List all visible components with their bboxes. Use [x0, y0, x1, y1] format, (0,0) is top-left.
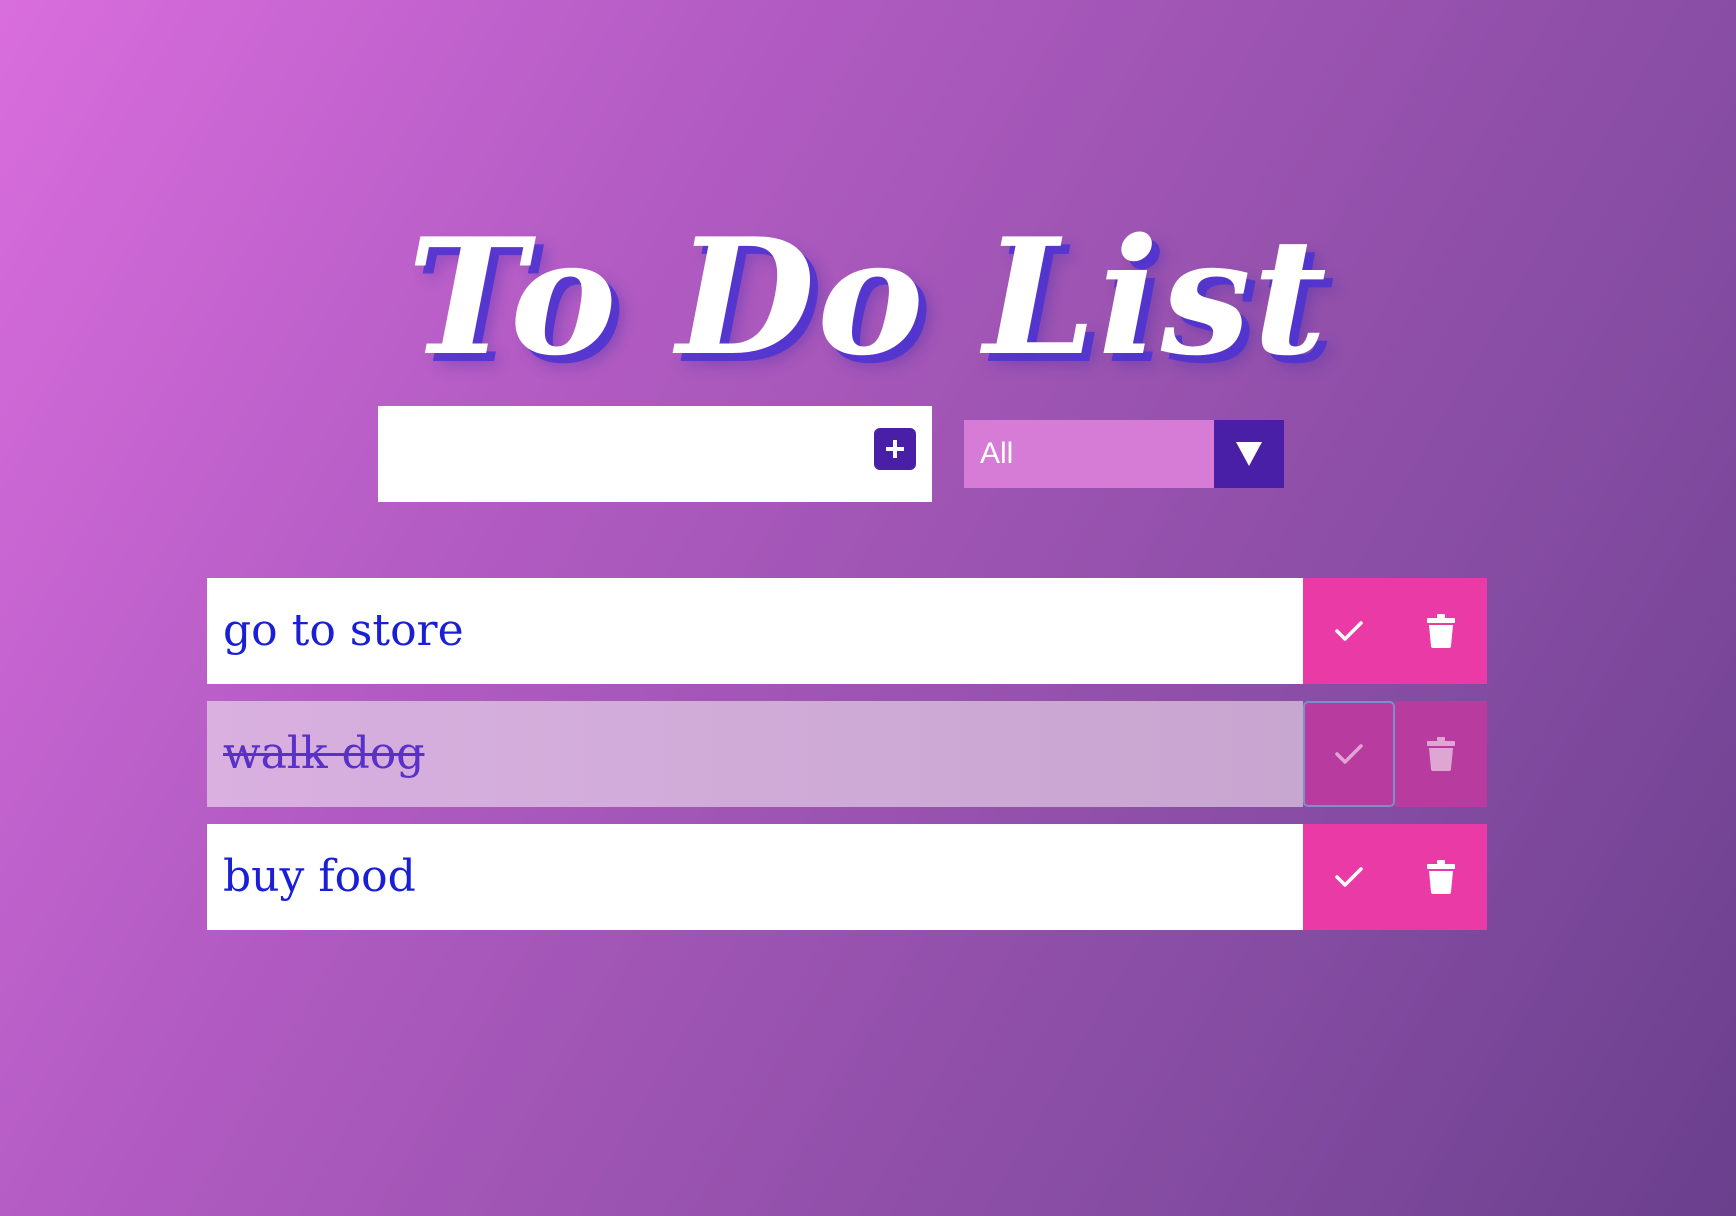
todo-item-body: go to store	[207, 578, 1303, 684]
filter-select-value: All	[980, 437, 1014, 470]
delete-button[interactable]	[1395, 824, 1487, 930]
page-title: To Do List	[407, 203, 1329, 392]
check-icon	[1335, 744, 1363, 764]
todo-item-body: walk dog	[207, 701, 1303, 807]
delete-button[interactable]	[1395, 578, 1487, 684]
trash-icon	[1427, 614, 1455, 648]
check-icon	[1335, 867, 1363, 887]
todo-item: buy food	[207, 824, 1487, 930]
plus-icon	[886, 440, 904, 458]
todo-item-text: walk dog	[223, 728, 425, 779]
triangle-down-icon	[1236, 442, 1262, 466]
todo-item-text: buy food	[223, 851, 416, 902]
todo-item: go to store	[207, 578, 1487, 684]
todo-input[interactable]	[378, 406, 932, 502]
filter-dropdown-button[interactable]	[1214, 420, 1284, 488]
complete-button[interactable]	[1303, 824, 1395, 930]
filter-select[interactable]: All	[964, 420, 1284, 488]
add-todo-button[interactable]	[874, 428, 916, 470]
trash-icon	[1427, 737, 1455, 771]
todo-item-text: go to store	[223, 605, 464, 656]
trash-icon	[1427, 860, 1455, 894]
complete-button[interactable]	[1303, 701, 1395, 807]
delete-button[interactable]	[1395, 701, 1487, 807]
check-icon	[1335, 621, 1363, 641]
todo-item: walk dog	[207, 701, 1487, 807]
complete-button[interactable]	[1303, 578, 1395, 684]
todo-item-body: buy food	[207, 824, 1303, 930]
